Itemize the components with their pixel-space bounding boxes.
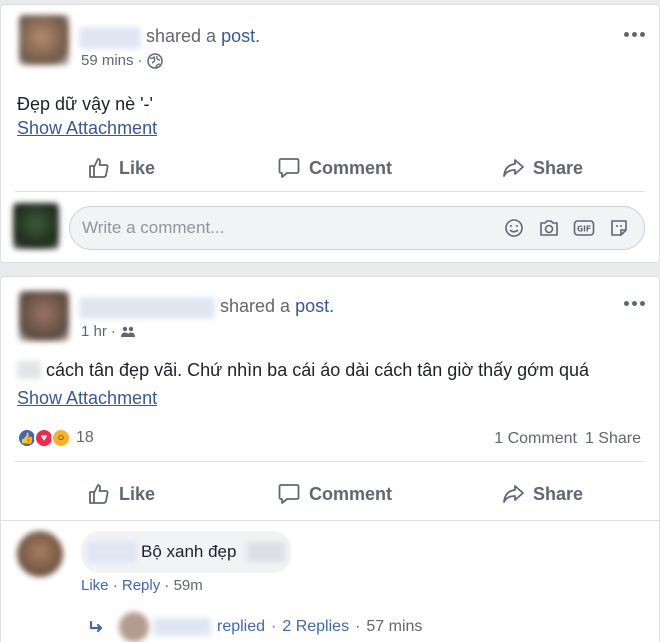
- comment-input[interactable]: Write a comment... GIF: [69, 206, 645, 250]
- replies-time: 57 mins: [366, 618, 423, 635]
- share-icon: [503, 485, 524, 503]
- like-icon: [89, 158, 109, 178]
- comment-icon: [278, 158, 300, 178]
- comment-label: Comment: [309, 483, 393, 504]
- show-attachment-link[interactable]: Show Attachment: [17, 118, 157, 139]
- sticker-icon[interactable]: [608, 217, 630, 239]
- like-button[interactable]: Like: [87, 470, 155, 518]
- author-name[interactable]: [79, 27, 141, 49]
- comment-icon: [278, 484, 300, 504]
- comment-label: Comment: [309, 157, 393, 178]
- share-icon: [503, 159, 524, 177]
- comment-count[interactable]: 1 Comment: [494, 430, 577, 448]
- post-time[interactable]: 1 hr: [81, 323, 107, 340]
- post-link[interactable]: post.: [221, 26, 260, 46]
- post-text: cách tân đẹp vãi. Chứ nhìn ba cái áo dài…: [46, 360, 589, 380]
- share-button[interactable]: Share: [501, 144, 583, 192]
- comment-meta: Like · Reply · 59m: [81, 577, 203, 594]
- globe-icon: [146, 52, 163, 69]
- commenter-name[interactable]: [87, 541, 137, 563]
- comment-button[interactable]: Comment: [277, 470, 392, 518]
- author-avatar[interactable]: [19, 15, 69, 65]
- like-label: Like: [119, 483, 156, 504]
- author-avatar[interactable]: [19, 291, 69, 341]
- replier-avatar: [119, 612, 149, 642]
- author-name[interactable]: [79, 297, 215, 319]
- comment-time: 59m: [173, 577, 203, 594]
- redacted-text: [247, 542, 285, 562]
- share-count[interactable]: 1 Share: [585, 430, 641, 448]
- shared-post-label: shared a post.: [146, 26, 261, 46]
- comment-button[interactable]: Comment: [277, 144, 392, 192]
- camera-icon[interactable]: [538, 217, 560, 239]
- svg-text:GIF: GIF: [577, 225, 591, 234]
- commenter-avatar[interactable]: [17, 531, 63, 577]
- post-meta: 59 mins ·: [81, 52, 163, 69]
- post-text: Đẹp dữ vậy nè '-': [17, 94, 153, 114]
- reply-arrow-icon: [89, 620, 103, 633]
- comment-reply-link[interactable]: Reply: [122, 577, 160, 594]
- post-actions: Like Comment Share: [1, 144, 660, 192]
- share-label: Share: [533, 483, 584, 504]
- redacted-text: [17, 361, 41, 379]
- like-label: Like: [119, 157, 156, 178]
- post-link[interactable]: post.: [295, 296, 334, 316]
- reaction-count: 18: [76, 429, 94, 446]
- comment-like-link[interactable]: Like: [81, 577, 109, 594]
- show-attachment-link[interactable]: Show Attachment: [17, 388, 157, 409]
- more-options-button[interactable]: [624, 301, 645, 306]
- like-button[interactable]: Like: [87, 144, 155, 192]
- emoji-icon[interactable]: [503, 217, 525, 239]
- shared-post-label: shared a post.: [220, 296, 335, 316]
- replies-summary[interactable]: replied · 2 Replies · 57 mins: [81, 612, 422, 642]
- post-card-2: shared a post. 1 hr · cách tân đẹp vãi. …: [0, 276, 660, 642]
- view-replies-link[interactable]: 2 Replies: [282, 618, 349, 636]
- current-user-avatar: [13, 203, 59, 249]
- comment-input-placeholder: Write a comment...: [82, 218, 225, 237]
- share-label: Share: [533, 157, 584, 178]
- like-icon: [89, 484, 109, 504]
- post-time[interactable]: 59 mins: [81, 52, 134, 69]
- reactions-summary[interactable]: 👍 ♥ ○ 18: [17, 428, 94, 448]
- post-card-1: shared a post. 59 mins · Đẹp dữ vậy nè '…: [0, 4, 660, 263]
- friends-icon: [120, 326, 135, 337]
- replied-link[interactable]: replied: [217, 618, 265, 636]
- post-meta: 1 hr ·: [81, 323, 136, 340]
- comment-text: Bộ xanh đẹp: [141, 542, 237, 561]
- gif-icon[interactable]: GIF: [573, 217, 595, 239]
- more-options-button[interactable]: [624, 32, 645, 37]
- replier-name: [153, 618, 211, 636]
- wow-reaction-icon: ○: [51, 428, 71, 448]
- post-actions: Like Comment Share: [1, 470, 660, 518]
- share-button[interactable]: Share: [501, 470, 583, 518]
